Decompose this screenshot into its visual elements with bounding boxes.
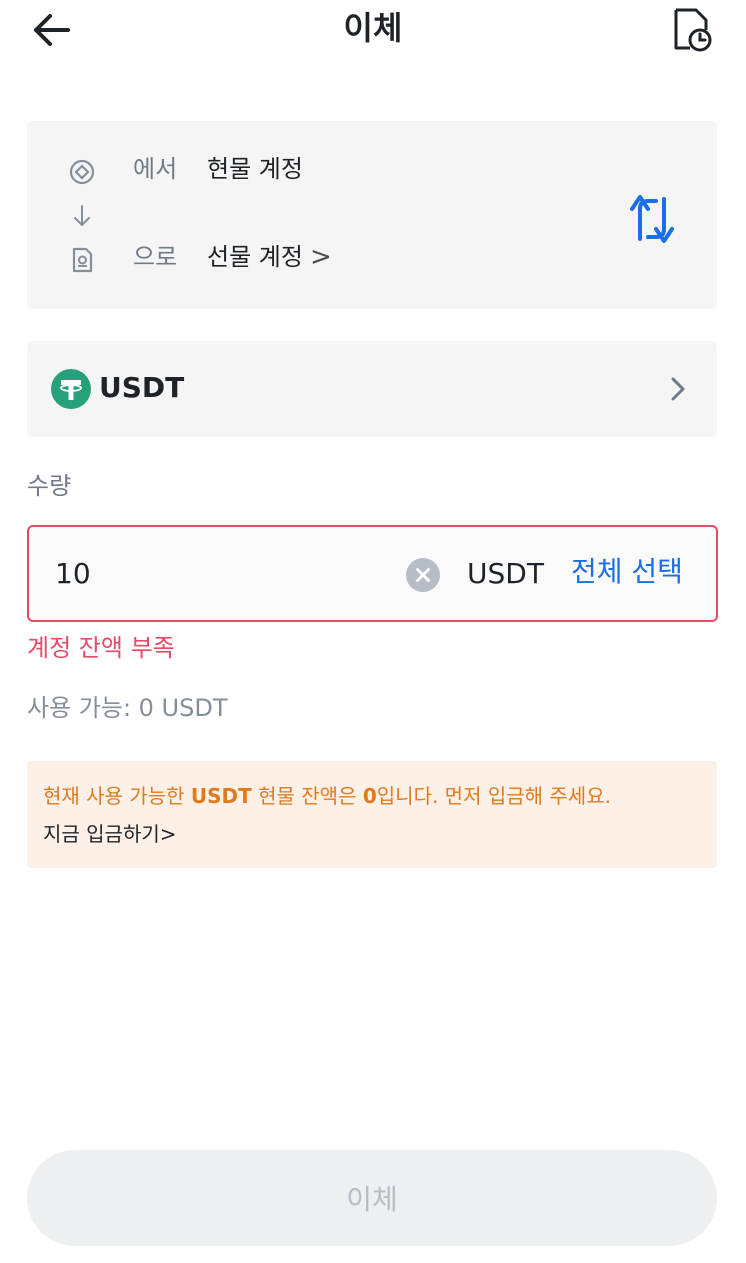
tether-icon (51, 369, 91, 409)
from-label: 에서 (133, 155, 178, 183)
transfer-submit-button[interactable]: 이체 (27, 1150, 717, 1246)
coin-selector[interactable]: USDT (27, 341, 717, 437)
amount-input[interactable] (55, 551, 395, 595)
clear-icon (406, 558, 440, 592)
swap-arrows-icon (630, 195, 674, 243)
to-account-selector[interactable]: 선물 계정 > (207, 240, 332, 274)
futures-account-icon (72, 247, 93, 273)
amount-label: 수량 (27, 472, 72, 500)
amount-field: USDT 전체 선택 (27, 525, 718, 622)
document-clock-icon (674, 8, 712, 52)
to-label: 으로 (133, 243, 178, 271)
arrow-down-icon (74, 205, 90, 226)
amount-unit: USDT (467, 557, 544, 590)
swap-accounts-button[interactable] (620, 187, 684, 251)
insufficient-balance-error: 계정 잔액 부족 (27, 634, 175, 662)
select-all-button[interactable]: 전체 선택 (571, 551, 683, 593)
notice-message: 현재 사용 가능한 USDT 현물 잔액은 0입니다. 먼저 입금해 주세요. (43, 784, 611, 808)
from-account: 현물 계정 (207, 155, 303, 183)
account-transfer-card: 에서 현물 계정 으로 선물 계정 > (27, 121, 717, 309)
spot-account-icon (69, 159, 95, 185)
coin-name: USDT (99, 371, 185, 404)
available-balance: 사용 가능: 0 USDT (27, 694, 228, 722)
clear-button[interactable] (405, 557, 441, 593)
deposit-notice: 현재 사용 가능한 USDT 현물 잔액은 0입니다. 먼저 입금해 주세요. … (27, 761, 717, 868)
page-title: 이체 (343, 9, 403, 47)
chevron-right-icon (671, 377, 685, 401)
chevron-right-icon: > (310, 242, 332, 272)
history-button[interactable] (668, 6, 718, 54)
to-account: 선물 계정 (207, 243, 303, 271)
deposit-now-link[interactable]: 지금 입금하기> (43, 819, 177, 849)
